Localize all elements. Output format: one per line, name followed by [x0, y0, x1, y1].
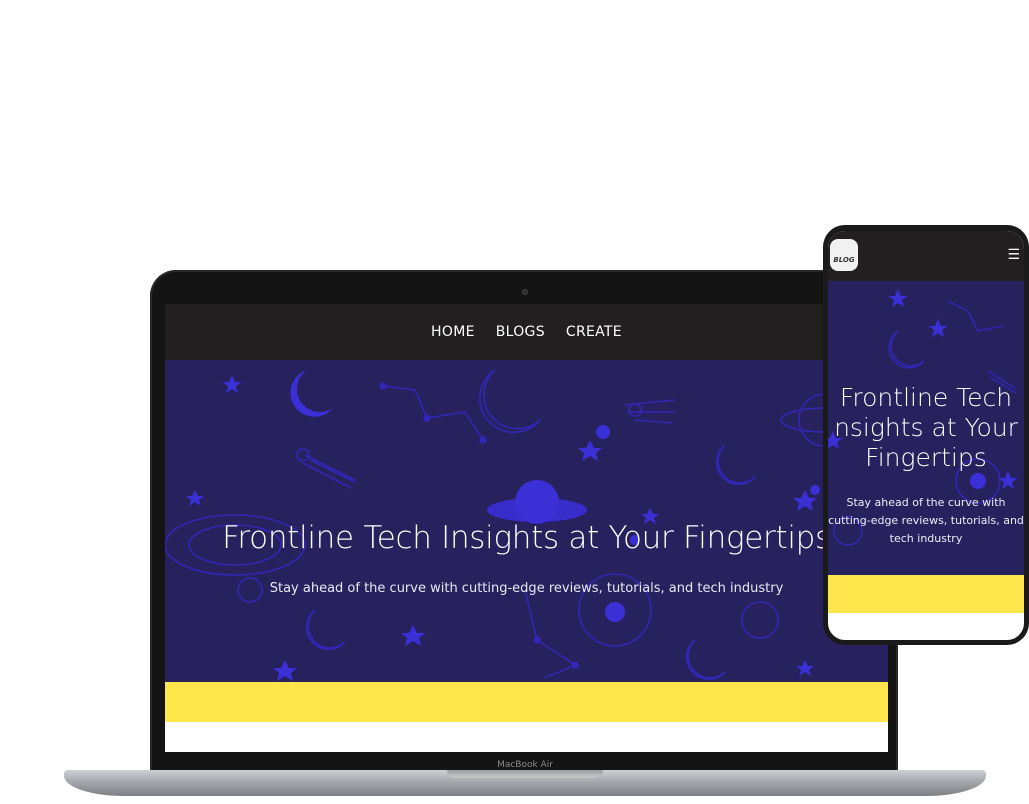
blog-logo[interactable]: BLOG: [830, 239, 858, 271]
nav-blogs-link[interactable]: BLOGS: [496, 324, 545, 340]
mobile-hero-title-line-3: Fingertips: [865, 443, 987, 472]
yellow-band: [165, 682, 888, 722]
laptop-notch: [447, 770, 603, 778]
mobile-hero-subtitle-line-3: tech industry: [889, 532, 963, 545]
nav-home-link[interactable]: HOME: [431, 324, 475, 340]
mobile-yellow-band: [828, 575, 1024, 613]
mobile-hero-subtitle-line-2: cutting-edge reviews, tutorials, and: [828, 514, 1024, 527]
device-label: MacBook Air: [497, 760, 553, 770]
hamburger-menu-icon[interactable]: ☰: [1007, 247, 1020, 263]
mobile-hero-section: Frontline Tech nsights at Your Fingertip…: [828, 281, 1024, 575]
mobile-hero-title-line-2: nsights at Your: [834, 413, 1018, 442]
mobile-hero-title: Frontline Tech nsights at Your Fingertip…: [828, 383, 1024, 473]
desktop-screen: HOME BLOGS CREATE Frontline Tech Insight…: [165, 304, 888, 752]
hero-section: Frontline Tech Insights at Your Fingerti…: [165, 360, 888, 682]
hero-subtitle: Stay ahead of the curve with cutting-edg…: [269, 581, 784, 596]
laptop-camera: [522, 289, 528, 295]
nav-create-link[interactable]: CREATE: [566, 324, 622, 340]
hero-title: Frontline Tech Insights at Your Fingerti…: [222, 520, 831, 556]
desktop-nav: HOME BLOGS CREATE: [165, 304, 888, 360]
mobile-hero-subtitle: Stay ahead of the curve with cutting-edg…: [828, 494, 1024, 548]
mobile-screen: BLOG ☰ Frontline Tech nsights at Your Fi…: [828, 231, 1024, 640]
mobile-hero-subtitle-line-1: Stay ahead of the curve with: [846, 496, 1006, 509]
mobile-hero-title-line-1: Frontline Tech: [839, 383, 1013, 412]
blog-logo-text: BLOG: [833, 256, 855, 264]
mobile-nav: BLOG ☰: [828, 231, 1024, 281]
